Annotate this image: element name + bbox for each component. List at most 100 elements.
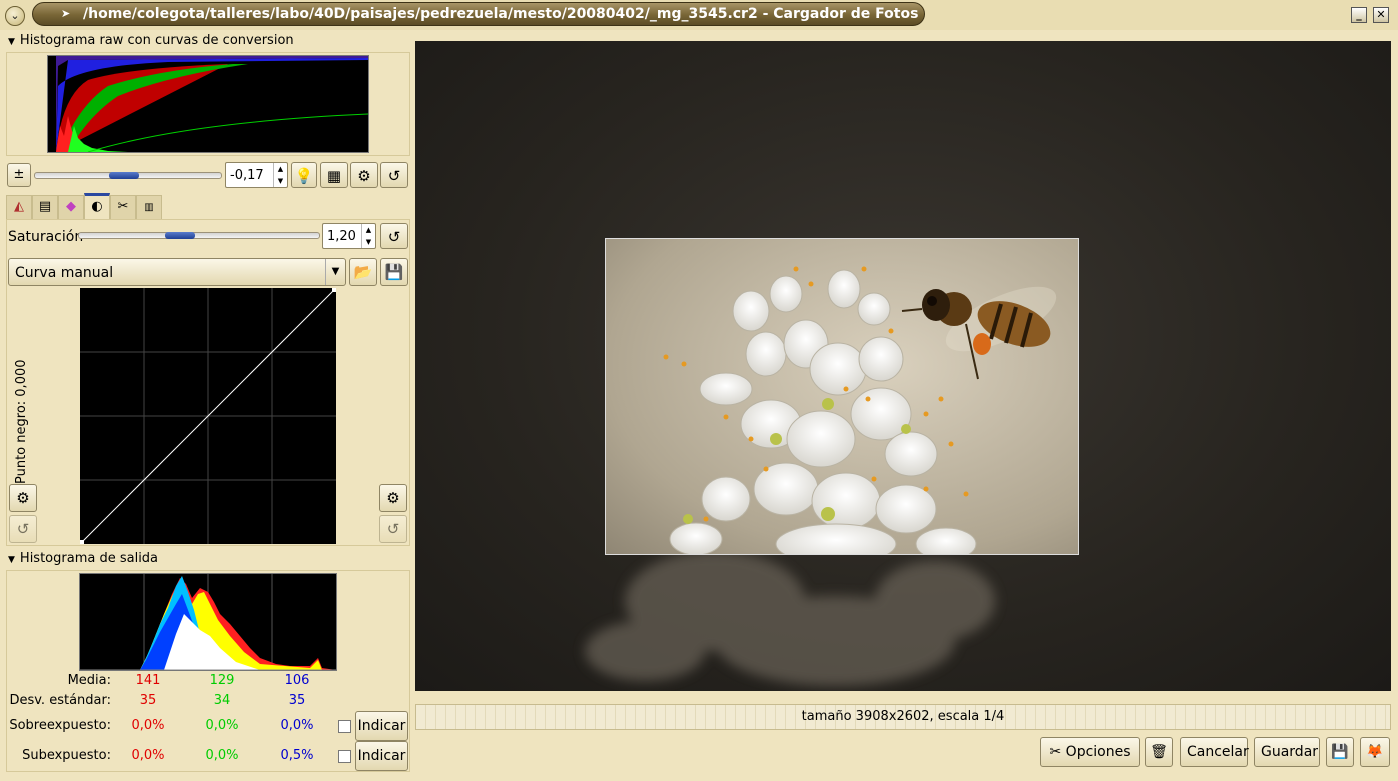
save-label: Guardar: [1261, 744, 1319, 760]
reset-curve-button[interactable]: ↺: [379, 515, 407, 543]
load-curve-button[interactable]: 📂: [349, 258, 377, 286]
exposure-value[interactable]: -0,17: [230, 168, 264, 183]
reset-exposure-button[interactable]: ↺: [380, 162, 408, 188]
tab-corrections[interactable]: ◐: [84, 193, 110, 219]
window-menu-icon[interactable]: ⌄: [5, 6, 25, 26]
send-to-gimp-button[interactable]: 🦊: [1360, 737, 1390, 767]
underexposed-blue: 0,5%: [280, 748, 314, 763]
auto-adjust-button[interactable]: ⚙: [350, 162, 378, 188]
status-text: tamaño 3908x2602, escala 1/4: [801, 709, 1005, 724]
image-preview[interactable]: [415, 41, 1391, 691]
exif-icon: ▥: [144, 202, 154, 213]
crop-icon: ✂: [117, 199, 129, 214]
tab-color-management[interactable]: ◆: [58, 195, 84, 219]
overexposed-green: 0,0%: [205, 718, 239, 733]
output-histogram-header[interactable]: ▼ Histograma de salida: [8, 551, 158, 566]
saturation-label: Saturación: [8, 229, 84, 245]
tab-crop[interactable]: ✂: [110, 195, 136, 219]
cancel-button[interactable]: Cancelar: [1180, 737, 1249, 767]
reset-black-point-button[interactable]: ↺: [9, 515, 37, 543]
status-bar: tamaño 3908x2602, escala 1/4: [415, 704, 1391, 730]
overexposed-label: Sobreexpuesto:: [9, 718, 111, 733]
window-title-text: /home/colegota/talleres/labo/40D/paisaje…: [83, 6, 925, 22]
std-dev-blue: 35: [288, 693, 306, 708]
reset-icon: ↺: [387, 228, 401, 246]
spin-arrows-icon[interactable]: ▲ ▼: [361, 224, 375, 248]
title-bar: ⌄ ➤ /home/colegota/talleres/labo/40D/pai…: [0, 0, 1398, 30]
curve-editor[interactable]: [79, 287, 337, 545]
auto-exposure-button[interactable]: 💡: [291, 162, 317, 188]
minimize-icon[interactable]: _: [1351, 7, 1367, 23]
indicate-underexposed-button[interactable]: Indicar: [355, 741, 408, 771]
preview-photo[interactable]: [605, 238, 1079, 555]
media-red: 141: [135, 673, 161, 688]
tab-exif[interactable]: ▥: [136, 195, 162, 219]
folder-icon: 📂: [353, 263, 373, 281]
overexposed-red: 0,0%: [131, 718, 165, 733]
raw-histogram: [47, 55, 369, 153]
media-green: 129: [209, 673, 235, 688]
saturation-slider-thumb[interactable]: [165, 232, 195, 239]
saturation-value[interactable]: 1,20: [327, 229, 356, 244]
options-button[interactable]: ✂ Opciones: [1040, 737, 1140, 767]
std-dev-label: Desv. estándar:: [9, 693, 111, 708]
raw-histogram-header[interactable]: ▼ Histograma raw con curvas de conversion: [8, 33, 294, 48]
exposure-spinbox[interactable]: -0,17 ▲ ▼: [225, 162, 288, 188]
tab-white-balance[interactable]: ◭: [6, 195, 32, 219]
reset-saturation-button[interactable]: ↺: [380, 223, 408, 249]
black-point-label: Punto negro: 0,000: [14, 359, 29, 484]
gears-icon: ⚙: [357, 167, 371, 185]
media-blue: 106: [284, 673, 310, 688]
indicate-overexposed-button[interactable]: Indicar: [355, 711, 408, 741]
window-title[interactable]: ➤ /home/colegota/talleres/labo/40D/paisa…: [32, 2, 925, 26]
underexposed-red: 0,0%: [131, 748, 165, 763]
curve-select-value: Curva manual: [15, 265, 114, 281]
reset-icon: ↺: [387, 167, 401, 185]
std-dev-red: 35: [139, 693, 157, 708]
exposure-slider[interactable]: [34, 172, 222, 179]
trash-icon: 🗑: [1150, 744, 1168, 760]
save-as-button[interactable]: 💾: [1326, 737, 1354, 767]
curve-anchor-end: [332, 288, 336, 292]
curve-anchor-start: [80, 540, 84, 544]
delete-button[interactable]: 🗑: [1145, 737, 1173, 767]
raw-histogram-plot: [56, 56, 369, 153]
exposure-slider-thumb[interactable]: [109, 172, 139, 179]
bee: [901, 286, 1057, 380]
floppy-icon: 💾: [384, 263, 404, 281]
auto-black-point-button[interactable]: ⚙: [9, 484, 37, 512]
cancel-label: Cancelar: [1187, 744, 1249, 760]
white-balance-icon: ◭: [14, 199, 24, 214]
corrections-icon: ◐: [91, 199, 103, 214]
color-management-icon: ◆: [66, 199, 76, 214]
underexposed-green: 0,0%: [205, 748, 239, 763]
overexposed-checkbox[interactable]: [338, 720, 351, 733]
media-label: Media:: [67, 673, 111, 688]
gears-icon: ⚙: [386, 489, 400, 507]
save-curve-button[interactable]: 💾: [380, 258, 408, 286]
raw-histogram-title: Histograma raw con curvas de conversion: [19, 33, 294, 48]
output-histogram: [79, 573, 337, 671]
underexposed-checkbox[interactable]: [338, 750, 351, 763]
floppy-icon: 💾: [1331, 744, 1349, 760]
bulb-icon: 💡: [294, 167, 314, 185]
close-icon[interactable]: ✕: [1373, 7, 1389, 23]
output-histogram-plot: [80, 574, 336, 671]
curve-select[interactable]: Curva manual ▼: [8, 258, 346, 286]
tab-grayscale[interactable]: ▤: [32, 195, 58, 219]
grayscale-icon: ▤: [38, 199, 52, 214]
std-dev-green: 34: [213, 693, 231, 708]
gears-icon: ⚙: [16, 489, 30, 507]
spin-arrows-icon[interactable]: ▲ ▼: [273, 163, 287, 187]
color-grid-icon: ▦: [326, 167, 342, 185]
saturation-slider[interactable]: [78, 232, 320, 239]
expander-icon: ▼: [8, 555, 15, 565]
auto-curve-button[interactable]: ⚙: [379, 484, 407, 512]
save-button[interactable]: Guardar: [1254, 737, 1320, 767]
overexposed-blue: 0,0%: [280, 718, 314, 733]
saturation-spinbox[interactable]: 1,20 ▲ ▼: [322, 223, 376, 249]
expander-icon: ▼: [8, 37, 15, 47]
app-icon: ➤: [61, 7, 71, 20]
gimp-icon: 🦊: [1366, 744, 1384, 760]
restore-details-button[interactable]: ▦: [320, 162, 348, 188]
